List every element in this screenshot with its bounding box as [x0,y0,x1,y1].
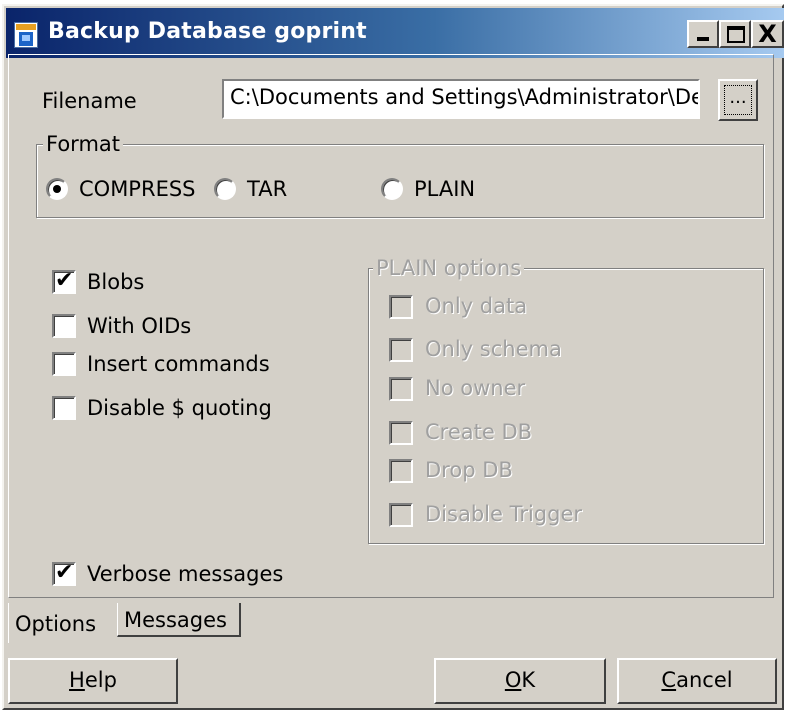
checkmark-icon: ✔ [55,268,74,293]
filename-label: Filename [42,89,137,113]
cancel-button[interactable]: Cancel [617,658,777,704]
plain-options-legend: PLAIN options [373,256,525,280]
checkbox-verbose-messages[interactable]: ✔ [52,560,76,586]
checkbox-no-owner-label: No owner [425,376,526,400]
minimize-icon [697,37,709,41]
checkbox-drop-db[interactable] [389,459,413,483]
tab-messages-label: Messages [124,608,227,632]
checkbox-disable-quoting[interactable] [52,396,76,420]
checkbox-create-db[interactable] [389,421,413,445]
tab-messages[interactable]: Messages [117,603,241,637]
radio-tar[interactable] [214,178,236,200]
close-icon: X [758,20,777,48]
checkbox-drop-db-label: Drop DB [425,458,513,482]
radio-plain[interactable] [381,178,403,200]
checkbox-insert-commands-label[interactable]: Insert commands [87,352,270,376]
help-mnemonic: H [69,668,85,692]
title-bar[interactable]: Backup Database goprint X [6,8,784,58]
checkmark-icon: ✔ [55,560,74,585]
radio-compress[interactable] [46,178,68,200]
filename-input[interactable]: C:\Documents and Settings\Administrator\… [222,79,700,119]
checkbox-no-owner[interactable] [389,377,413,401]
radio-compress-label[interactable]: COMPRESS [79,177,196,201]
checkbox-with-oids-label[interactable]: With OIDs [87,314,191,338]
checkbox-only-schema[interactable] [389,338,413,362]
close-button[interactable]: X [751,20,784,48]
checkbox-disable-quoting-label[interactable]: Disable $ quoting [87,396,272,420]
checkbox-verbose-messages-label[interactable]: Verbose messages [87,562,283,586]
checkbox-disable-trigger-label: Disable Trigger [425,502,582,526]
browse-button[interactable]: ... [718,79,758,121]
cancel-mnemonic: C [661,668,677,692]
radio-selected-dot [53,185,61,193]
radio-plain-label[interactable]: PLAIN [414,177,475,201]
window-title: Backup Database goprint [48,19,367,44]
ok-button[interactable]: OK [434,658,606,704]
checkbox-only-data-label: Only data [425,294,528,318]
maximize-button[interactable] [719,20,751,48]
checkbox-only-schema-label: Only schema [425,337,562,361]
tab-options[interactable]: Options [8,603,116,643]
minimize-button[interactable] [687,20,719,48]
ok-mnemonic: O [504,668,522,692]
checkbox-create-db-label: Create DB [425,420,533,444]
help-button[interactable]: Help [8,658,178,704]
checkbox-disable-trigger[interactable] [389,503,413,527]
tab-options-label: Options [15,612,97,636]
checkbox-blobs-label[interactable]: Blobs [87,270,144,294]
checkbox-only-data[interactable] [389,295,413,319]
checkbox-blobs[interactable]: ✔ [52,268,76,294]
ok-label: K [521,668,536,692]
checkbox-with-oids[interactable] [52,314,76,338]
cancel-label: ancel [676,668,733,692]
maximize-icon [727,26,745,43]
radio-tar-label[interactable]: TAR [247,177,287,201]
checkbox-insert-commands[interactable] [52,352,76,376]
format-legend: Format [43,132,124,156]
help-label: elp [84,668,117,692]
database-icon [14,22,38,48]
